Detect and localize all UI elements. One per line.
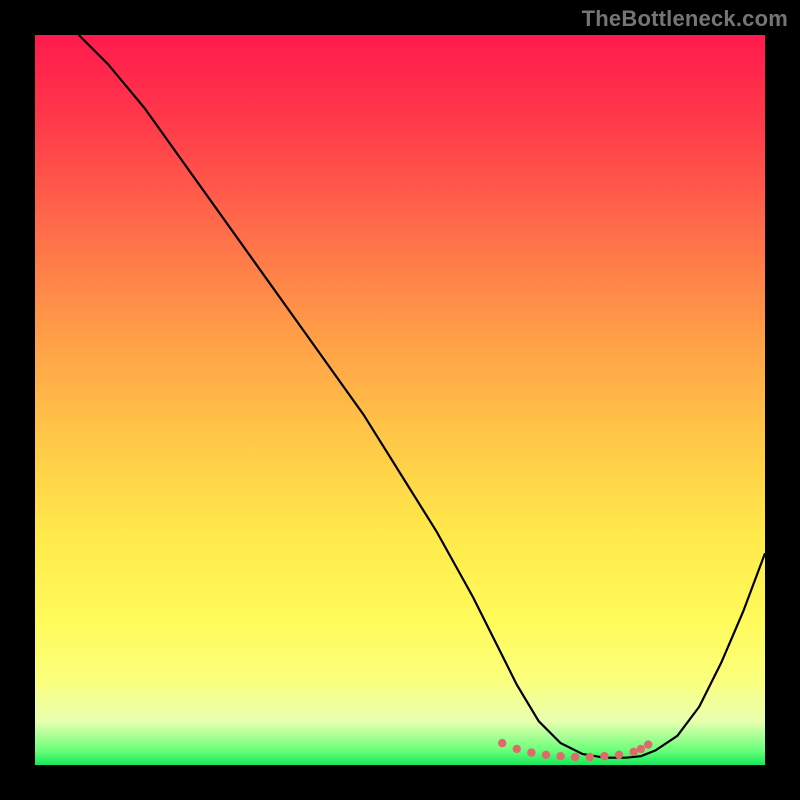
plot-area: [35, 35, 765, 765]
flat-region-dot: [644, 740, 652, 748]
flat-region-dot: [629, 748, 637, 756]
flat-region-dot: [527, 748, 535, 756]
chart-frame: TheBottleneck.com: [0, 0, 800, 800]
curve-layer: [35, 35, 765, 765]
flat-region-dot: [571, 753, 579, 761]
flat-region-dot: [615, 751, 623, 759]
watermark-text: TheBottleneck.com: [582, 6, 788, 32]
main-curve: [79, 35, 765, 758]
flat-region-dot: [498, 739, 506, 747]
flat-region-dot: [637, 745, 645, 753]
flat-region-dot: [513, 745, 521, 753]
flat-region-dot: [542, 751, 550, 759]
flat-region-dot: [586, 753, 594, 761]
flat-region-dot: [556, 752, 564, 760]
flat-region-dot: [600, 752, 608, 760]
